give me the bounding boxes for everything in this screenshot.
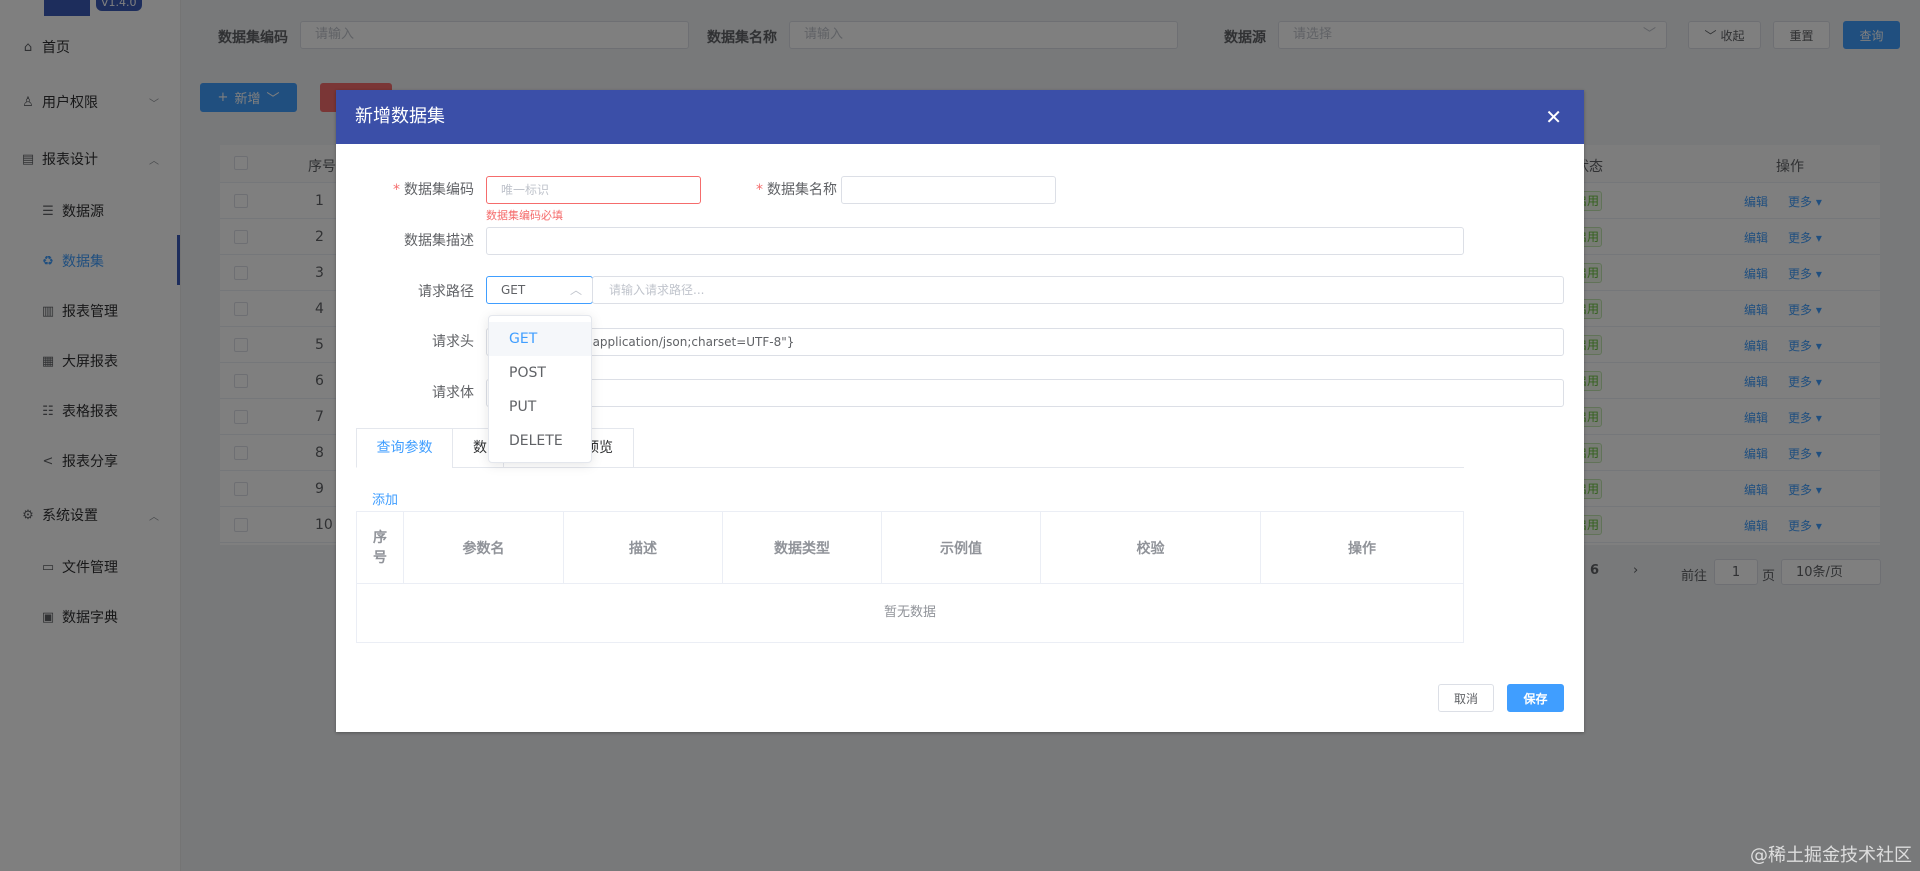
param-header-sample: 示例值 xyxy=(882,512,1041,584)
header-input[interactable]: :"application/json;charset=UTF-8"} xyxy=(486,328,1564,356)
cancel-button[interactable]: 取消 xyxy=(1438,684,1494,712)
name-label: * 数据集名称 xyxy=(756,182,837,198)
param-header-validate: 校验 xyxy=(1041,512,1261,584)
param-header-desc: 描述 xyxy=(564,512,723,584)
desc-input[interactable] xyxy=(486,227,1464,255)
param-header-type: 数据类型 xyxy=(723,512,882,584)
desc-label: 数据集描述 xyxy=(404,233,474,249)
body-input[interactable] xyxy=(486,379,1564,407)
close-icon[interactable]: ✕ xyxy=(1545,90,1562,144)
param-header-index: 序号 xyxy=(357,512,404,584)
add-param-link[interactable]: 添加 xyxy=(372,489,398,508)
chevron-up-icon: ︿ xyxy=(569,283,582,297)
method-dropdown: GET POST PUT DELETE xyxy=(488,315,592,463)
params-table: 序号 参数名 描述 数据类型 示例值 校验 操作 暂无数据 xyxy=(356,511,1464,643)
dialog-header: 新增数据集 ✕ xyxy=(336,90,1584,144)
method-option-get[interactable]: GET xyxy=(489,322,591,356)
watermark: @稀土掘金技术社区 xyxy=(1750,845,1912,866)
method-option-post[interactable]: POST xyxy=(489,356,591,390)
tab-query-params[interactable]: 查询参数 xyxy=(356,428,453,468)
dialog-title: 新增数据集 xyxy=(355,106,445,127)
code-input[interactable]: 唯一标识 xyxy=(486,176,701,204)
header-label: 请求头 xyxy=(432,334,474,350)
save-button[interactable]: 保存 xyxy=(1507,684,1564,712)
name-input[interactable] xyxy=(841,176,1056,204)
path-label: 请求路径 xyxy=(418,284,474,300)
empty-text: 暂无数据 xyxy=(883,605,936,620)
param-header-name: 参数名 xyxy=(404,512,564,584)
method-option-delete[interactable]: DELETE xyxy=(489,424,591,458)
code-error: 数据集编码必填 xyxy=(486,209,563,222)
method-select[interactable]: GET ︿ xyxy=(486,276,593,304)
params-header-row: 序号 参数名 描述 数据类型 示例值 校验 操作 xyxy=(357,512,1463,584)
method-option-put[interactable]: PUT xyxy=(489,390,591,424)
path-input[interactable]: 请输入请求路径... xyxy=(592,276,1564,304)
code-label: * 数据集编码 xyxy=(393,182,474,198)
body-label: 请求体 xyxy=(432,385,474,401)
param-header-actions: 操作 xyxy=(1348,541,1376,557)
